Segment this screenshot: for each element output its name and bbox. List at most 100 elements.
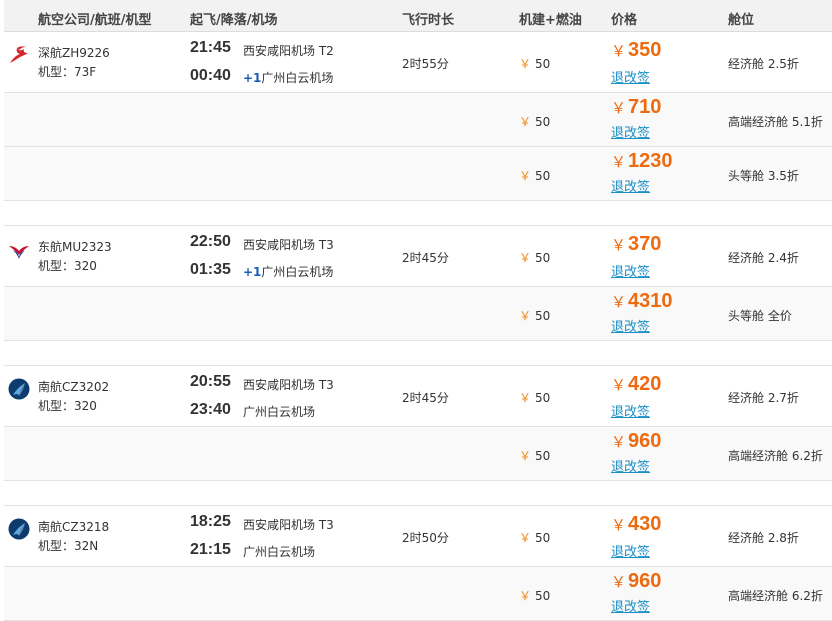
cabin-class: 经济舱 2.5折: [728, 57, 799, 71]
yen-icon: ￥: [519, 169, 532, 183]
arrival-airport: 广州白云机场: [243, 405, 316, 419]
yen-icon: ￥: [611, 154, 627, 171]
cabin-class: 高端经济舱 6.2折: [728, 449, 823, 463]
arrival-airport: +1广州白云机场: [243, 265, 334, 279]
departure-time: 20:55: [190, 373, 231, 390]
cabin-class: 头等舱 3.5折: [728, 169, 799, 183]
china-eastern-logo-icon: [8, 238, 30, 260]
cabin-class: 高端经济舱 6.2折: [728, 589, 823, 603]
refund-change-link[interactable]: 退改签: [611, 541, 650, 560]
airport-fuel-tax: ￥ 50: [519, 57, 551, 71]
yen-icon: ￥: [519, 391, 532, 405]
airport-fuel-tax: ￥ 50: [519, 391, 551, 405]
yen-icon: ￥: [611, 100, 627, 117]
refund-change-link[interactable]: 退改签: [611, 67, 650, 86]
fare-price: ￥ 370: [611, 233, 662, 255]
group-divider: [4, 201, 832, 226]
fare-price: ￥ 420: [611, 373, 662, 395]
header-duration: 飞行时长: [402, 13, 455, 28]
departure-time: 22:50: [190, 233, 231, 250]
flight-group: 南航CZ3202 机型：320 20:55 西安咸阳机场 T3 23:40 广州白云机场 2…: [0, 366, 832, 481]
fare-price: ￥ 430: [611, 513, 662, 535]
yen-icon: ￥: [611, 237, 627, 254]
next-day-badge: +1: [243, 265, 262, 279]
airport-fuel-tax: ￥ 50: [519, 589, 551, 603]
departure-airport: 西安咸阳机场 T3: [243, 238, 334, 252]
airport-fuel-tax: ￥ 50: [519, 115, 551, 129]
fare-row[interactable]: ￥ 50 ￥ 1230 退改签 头等舱 3.5折: [4, 147, 832, 201]
airport-fuel-tax: ￥ 50: [519, 449, 551, 463]
arrival-time: 01:35: [190, 261, 231, 278]
departure-time: 18:25: [190, 513, 231, 530]
yen-icon: ￥: [611, 574, 627, 591]
cabin-class: 经济舱 2.4折: [728, 251, 799, 265]
flight-row[interactable]: 南航CZ3202 机型：320 20:55 西安咸阳机场 T3 23:40 广州白云机场 2…: [4, 366, 832, 427]
airport-fuel-tax: ￥ 50: [519, 309, 551, 323]
arrival-airport: +1广州白云机场: [243, 71, 334, 85]
aircraft-model: 机型：320: [38, 259, 97, 273]
aircraft-model: 机型：32N: [38, 539, 99, 553]
header-time: 起飞/降落/机场: [190, 13, 278, 28]
flight-row[interactable]: 南航CZ3218 机型：32N 18:25 西安咸阳机场 T3 21:15 广州白云机场 2…: [4, 506, 832, 567]
flight-group: 东航MU2323 机型：320 22:50 西安咸阳机场 T3 01:35 +1广州白云机…: [0, 226, 832, 341]
shenzhen-airlines-logo-icon: [8, 44, 30, 66]
header-airline: 航空公司/航班/机型: [38, 13, 152, 28]
refund-change-link[interactable]: 退改签: [611, 596, 650, 615]
fare-price: ￥ 350: [611, 39, 662, 61]
header-tax: 机建+燃油: [519, 13, 582, 28]
yen-icon: ￥: [611, 294, 627, 311]
arrival-airport: 广州白云机场: [243, 545, 316, 559]
yen-icon: ￥: [611, 377, 627, 394]
fare-price: ￥ 960: [611, 570, 662, 592]
airline-flight-number: 南航CZ3202: [38, 380, 110, 394]
flight-row[interactable]: 东航MU2323 机型：320 22:50 西安咸阳机场 T3 01:35 +1广州白云机…: [4, 226, 832, 287]
yen-icon: ￥: [519, 531, 532, 545]
yen-icon: ￥: [611, 434, 627, 451]
refund-change-link[interactable]: 退改签: [611, 122, 650, 141]
fare-price: ￥ 1230: [611, 150, 673, 172]
departure-airport: 西安咸阳机场 T3: [243, 518, 334, 532]
airline-flight-number: 东航MU2323: [38, 240, 112, 254]
fare-price: ￥ 960: [611, 430, 662, 452]
departure-airport: 西安咸阳机场 T2: [243, 44, 334, 58]
cabin-class: 高端经济舱 5.1折: [728, 115, 823, 129]
arrival-time: 00:40: [190, 67, 231, 84]
yen-icon: ￥: [611, 43, 627, 60]
fare-row[interactable]: ￥ 50 ￥ 4310 退改签 头等舱 全价: [4, 287, 832, 341]
airline-flight-number: 深航ZH9226: [38, 46, 110, 60]
cabin-class: 头等舱 全价: [728, 309, 792, 323]
airport-fuel-tax: ￥ 50: [519, 531, 551, 545]
refund-change-link[interactable]: 退改签: [611, 401, 650, 420]
fare-row[interactable]: ￥ 50 ￥ 960 退改签 高端经济舱 6.2折: [4, 567, 832, 621]
refund-change-link[interactable]: 退改签: [611, 316, 650, 335]
flight-duration: 2时50分: [402, 531, 449, 545]
fare-price: ￥ 4310: [611, 290, 673, 312]
airport-fuel-tax: ￥ 50: [519, 251, 551, 265]
arrival-time: 23:40: [190, 401, 231, 418]
fare-price: ￥ 710: [611, 96, 662, 118]
yen-icon: ￥: [519, 115, 532, 129]
fare-row[interactable]: ￥ 50 ￥ 710 退改签 高端经济舱 5.1折: [4, 93, 832, 147]
arrival-time: 21:15: [190, 541, 231, 558]
flight-duration: 2时45分: [402, 251, 449, 265]
refund-change-link[interactable]: 退改签: [611, 176, 650, 195]
header-cabin: 舱位: [728, 13, 755, 28]
fare-row[interactable]: ￥ 50 ￥ 960 退改签 高端经济舱 6.2折: [4, 427, 832, 481]
table-header: 航空公司/航班/机型 起飞/降落/机场 飞行时长 机建+燃油 价格 舱位: [4, 0, 832, 32]
refund-change-link[interactable]: 退改签: [611, 456, 650, 475]
china-southern-logo-icon: [8, 378, 30, 400]
airport-fuel-tax: ￥ 50: [519, 169, 551, 183]
departure-time: 21:45: [190, 39, 231, 56]
header-price: 价格: [611, 13, 638, 28]
airline-flight-number: 南航CZ3218: [38, 520, 110, 534]
next-day-badge: +1: [243, 71, 262, 85]
cabin-class: 经济舱 2.7折: [728, 391, 799, 405]
yen-icon: ￥: [519, 57, 532, 71]
cabin-class: 经济舱 2.8折: [728, 531, 799, 545]
flight-row[interactable]: 深航ZH9226 机型：73F 21:45 西安咸阳机场 T2 00:40 +1广州白云机…: [4, 32, 832, 93]
refund-change-link[interactable]: 退改签: [611, 261, 650, 280]
aircraft-model: 机型：320: [38, 399, 97, 413]
yen-icon: ￥: [519, 251, 532, 265]
yen-icon: ￥: [519, 309, 532, 323]
yen-icon: ￥: [519, 449, 532, 463]
